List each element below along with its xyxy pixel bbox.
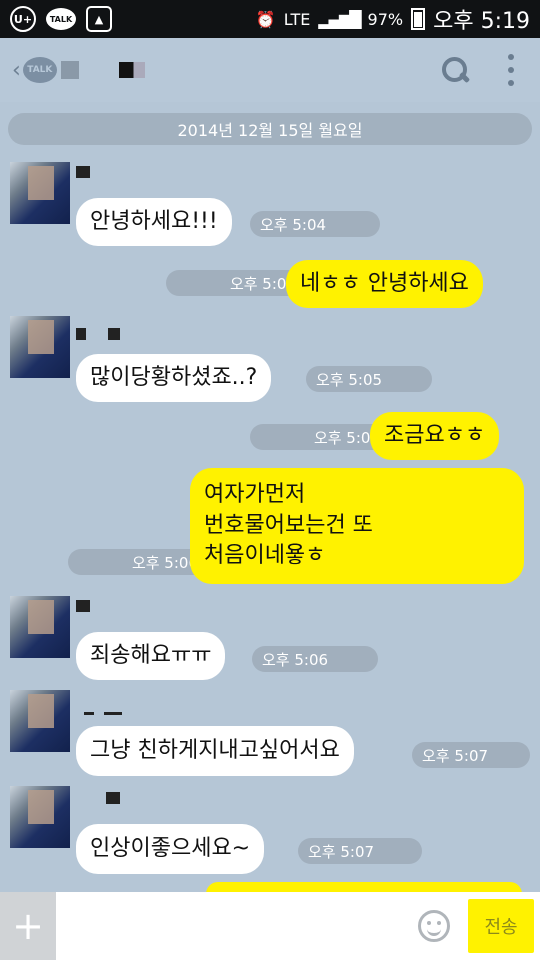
- message-bubble-in[interactable]: 인상이좋으세요~: [76, 824, 265, 874]
- message-line: 여자가먼저: [204, 481, 306, 507]
- avatar[interactable]: [10, 786, 70, 848]
- message-bubble-in[interactable]: 안녕하세요!!!: [76, 198, 232, 246]
- signal-icon: ▂▄▆█: [318, 9, 361, 29]
- message-input[interactable]: [56, 892, 418, 960]
- talk-badge: TALK: [22, 57, 57, 83]
- chat-header: ‹ TALK: [0, 38, 540, 102]
- avatar[interactable]: [10, 596, 70, 658]
- sender-name-redacted: [104, 712, 122, 715]
- battery-icon: [411, 8, 426, 30]
- attach-plus-button[interactable]: +: [0, 892, 56, 960]
- status-bar-left: U+ TALK ▲: [10, 6, 112, 32]
- message-time: 오후 5:04: [166, 270, 306, 296]
- emoji-icon[interactable]: [418, 910, 450, 942]
- message-bubble-in[interactable]: 그냥 친하게지내고싶어서요: [76, 726, 354, 776]
- message-bubble-out[interactable]: 조금요ㅎㅎ: [370, 412, 500, 460]
- battery-percent: 97%: [367, 9, 404, 29]
- sender-name-redacted: [84, 712, 94, 715]
- message-time: 오후 5:05: [250, 424, 390, 450]
- sender-name-redacted: [106, 792, 120, 804]
- message-line: 처음이네욯ㅎ: [204, 543, 326, 569]
- sender-name-redacted: [76, 166, 90, 178]
- message-time: 오후 5:06: [68, 549, 208, 575]
- avatar[interactable]: [10, 316, 70, 378]
- uplus-icon: U+: [10, 6, 36, 32]
- gallery-icon: ▲: [86, 6, 112, 32]
- header-actions: [440, 54, 514, 86]
- message-time: 오후 5:06: [252, 646, 378, 672]
- message-bubble-out[interactable]: 여자가먼저 번호물어보는건 또 처음이네욯ㅎ: [190, 468, 524, 584]
- message-bubble-in[interactable]: 죄송해요ㅠㅠ: [76, 632, 226, 680]
- status-bar: U+ TALK ▲ ⏰ LTE ▂▄▆█ 97% 오후 5:19: [0, 0, 540, 38]
- avatar[interactable]: [10, 162, 70, 224]
- message-bubble-out[interactable]: 네ㅎㅎ 안녕하세요: [286, 260, 483, 308]
- kakaotalk-icon: TALK: [46, 8, 76, 30]
- message-time: 오후 5:07: [412, 742, 530, 768]
- sender-name-redacted: [108, 328, 120, 340]
- avatar[interactable]: [10, 690, 70, 752]
- contact-name-redacted-2: [118, 62, 145, 78]
- network-type: LTE: [283, 9, 311, 29]
- alarm-icon: ⏰: [255, 9, 276, 29]
- message-bubble-in[interactable]: 많이당황하셨죠..?: [76, 354, 272, 402]
- send-button[interactable]: 전송: [468, 899, 534, 953]
- back-button[interactable]: ‹ TALK: [12, 57, 57, 83]
- clock: 오후 5:19: [433, 9, 530, 34]
- message-time: 오후 5:04: [250, 211, 380, 237]
- date-divider: 2014년 12월 15일 월요일: [8, 113, 532, 145]
- chevron-left-icon: ‹: [12, 57, 21, 83]
- contact-name-redacted: [60, 61, 79, 79]
- more-menu-icon[interactable]: [508, 54, 514, 86]
- message-time: 오후 5:07: [298, 838, 422, 864]
- input-bar: + 전송: [0, 892, 540, 960]
- message-time: 오후 5:05: [306, 366, 432, 392]
- search-icon[interactable]: [440, 55, 470, 85]
- sender-name-redacted: [76, 328, 86, 340]
- message-line: 번호물어보는건 또: [204, 512, 373, 538]
- sender-name-redacted: [76, 600, 90, 612]
- status-bar-right: ⏰ LTE ▂▄▆█ 97% 오후 5:19: [256, 3, 530, 35]
